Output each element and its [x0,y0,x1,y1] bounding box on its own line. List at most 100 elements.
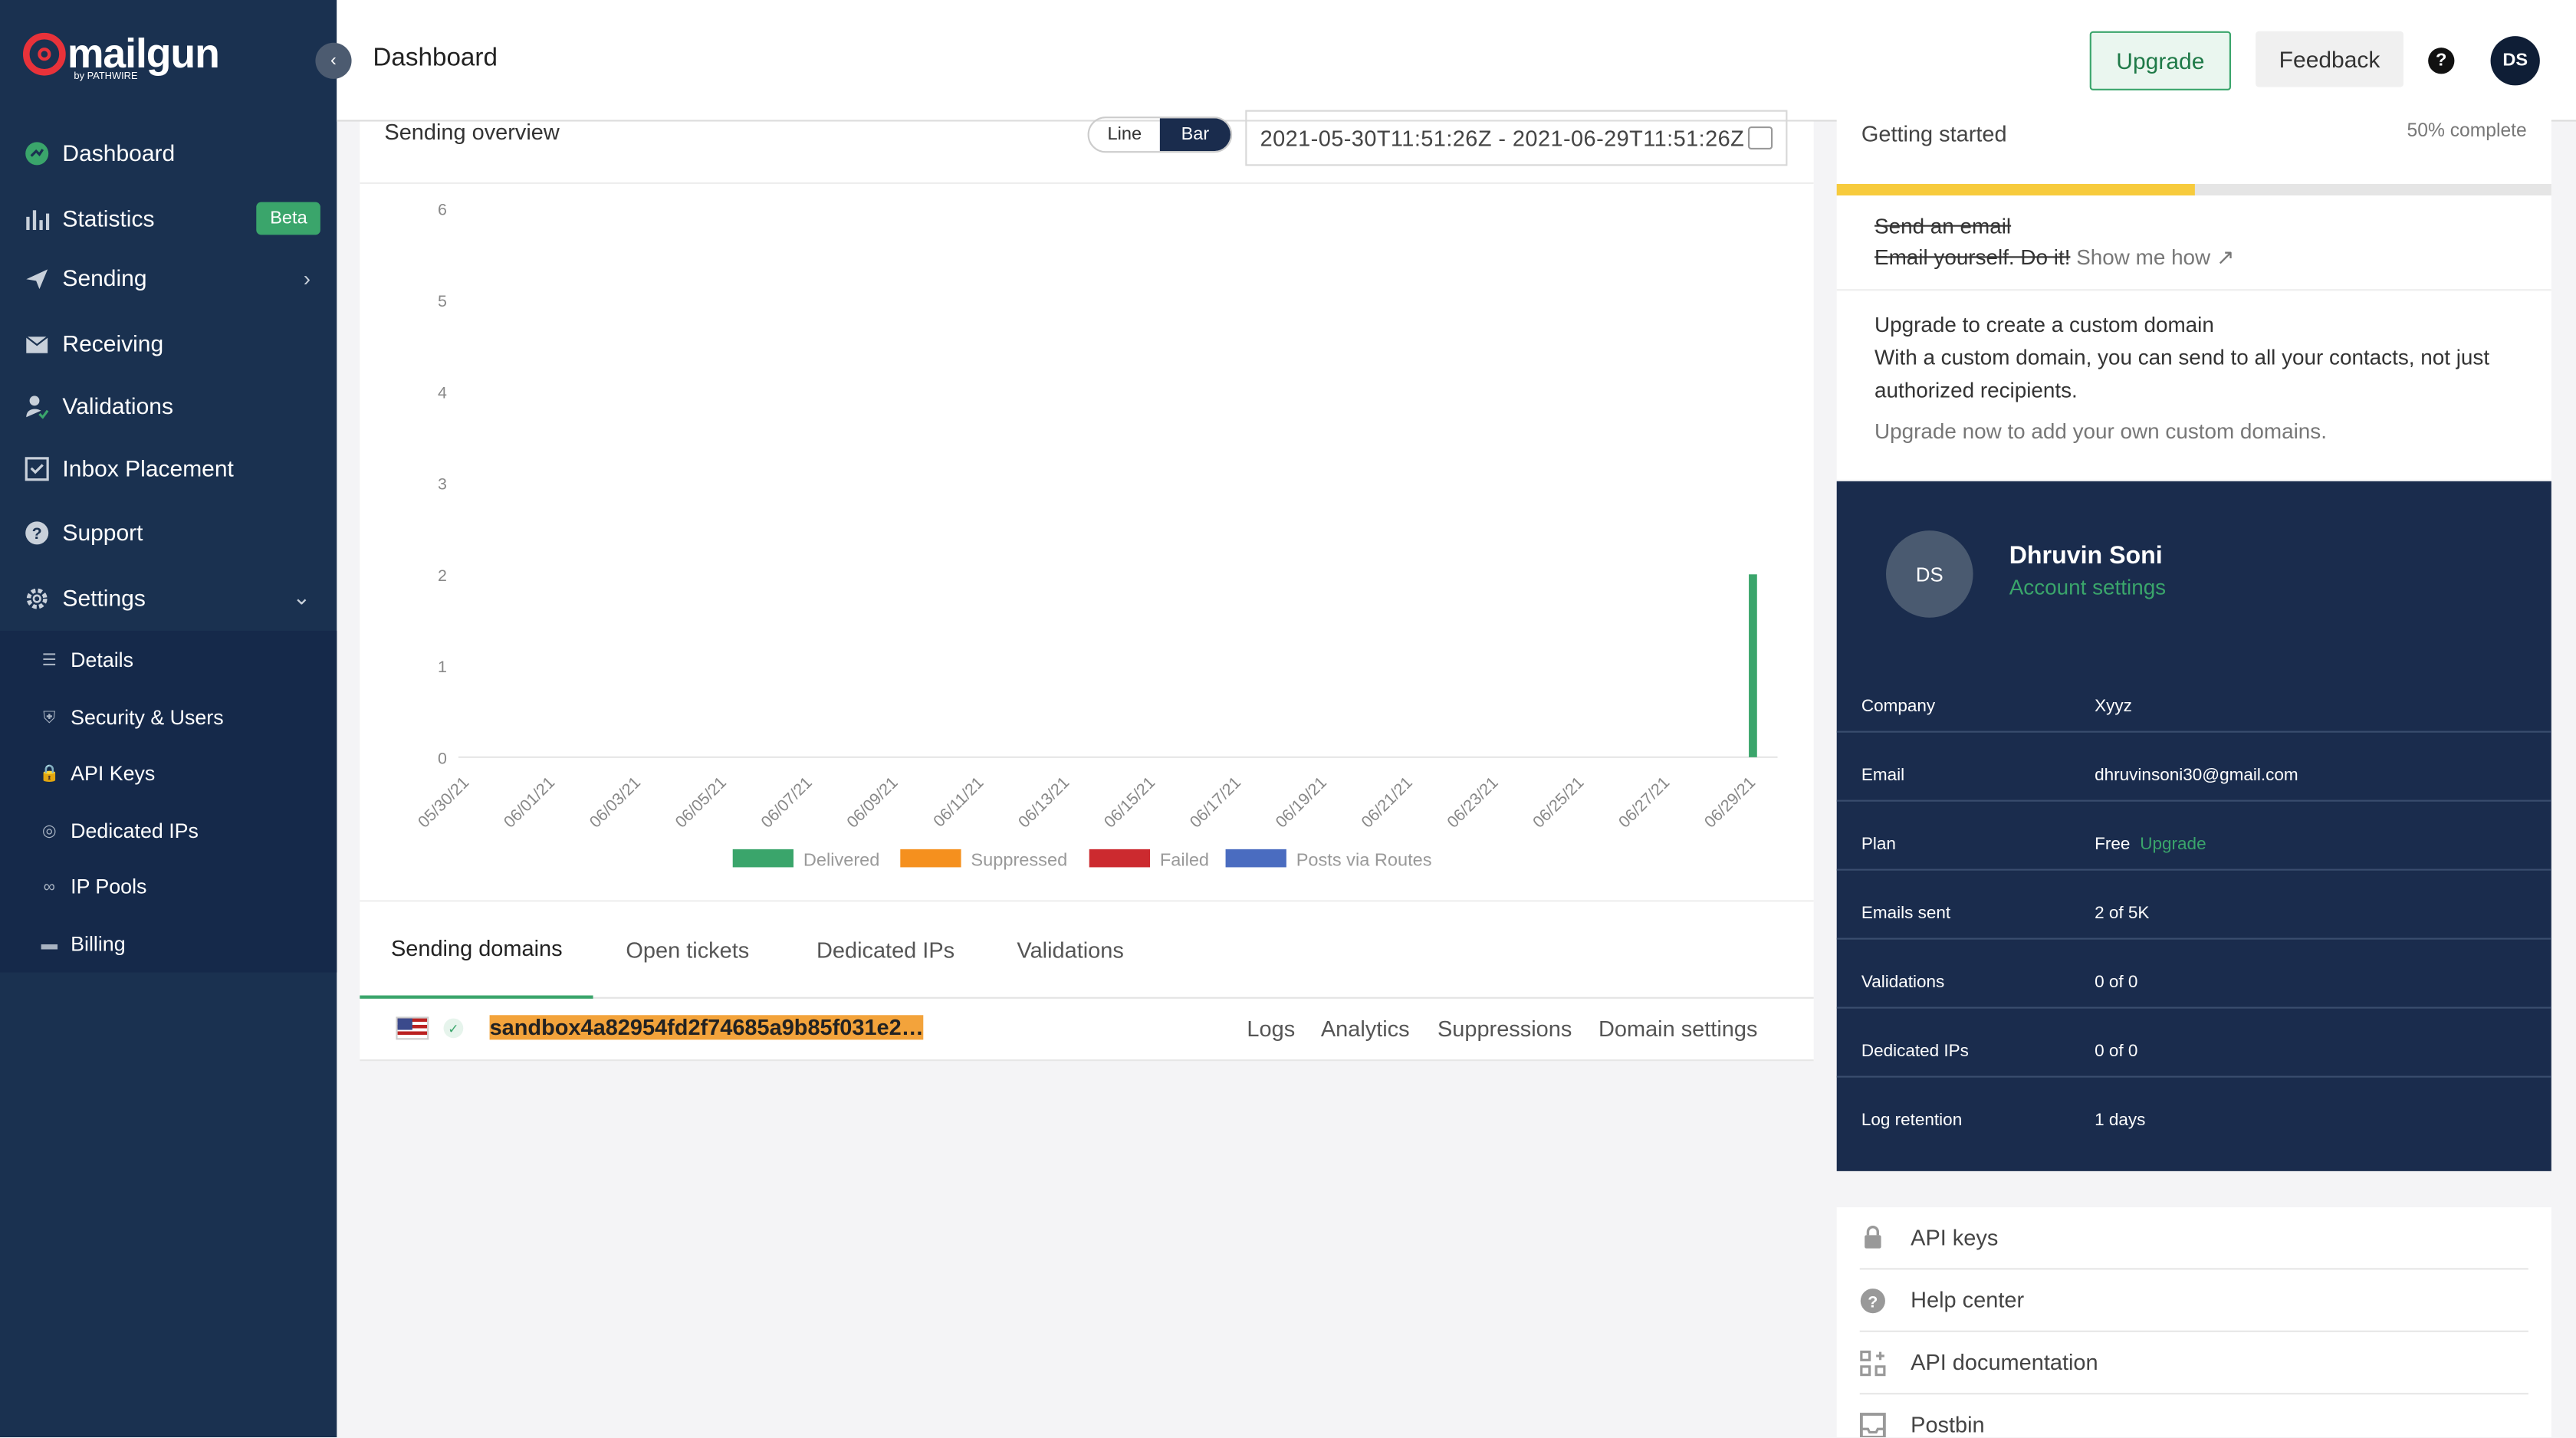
domain-settings-link[interactable]: Domain settings [1598,1016,1757,1041]
legend-label: Posts via Routes [1296,849,1432,869]
svg-text:?: ? [1868,1292,1878,1311]
sidebar-item-settings[interactable]: Settings ⌄ [0,568,337,627]
settings-subnav: ☰ Details ⛨ Security & Users 🔒 API Keys … [0,630,337,973]
sidebar-item-sending[interactable]: Sending › [0,248,337,307]
statistics-icon [25,206,50,231]
account-row-plan: Plan Free Upgrade [1836,802,2551,871]
sidebar-item-validations[interactable]: Validations [0,376,337,435]
inbox-placement-icon [25,456,49,481]
date-range-text: 2021-05-30T11:51:26Z - 2021-06-29T11:51:… [1260,125,1745,151]
y-tick-label: 1 [438,658,447,676]
quick-link-api-documentation[interactable]: API documentation [1859,1332,2528,1395]
legend-label: Failed [1160,849,1209,869]
mailgun-logo[interactable]: mailgun by PATHWIRE [23,32,220,82]
help-icon: ? [1860,1287,1886,1313]
upgrade-title: Upgrade to create a custom domain [1875,312,2214,337]
domain-name-text: sandbox4a82954fd2f74685a9b85f031e2… [489,1015,924,1040]
legend-label: Delivered [803,849,880,869]
mailgun-logo-icon [23,32,66,76]
row-value: 0 of 0 [2095,1041,2138,1062]
tab-sending-domains[interactable]: Sending domains [360,901,594,999]
y-tick-label: 6 [438,201,447,219]
progress-fill [1836,184,2194,195]
quick-link-label: Help center [1911,1288,2025,1313]
sidebar-subitem-details[interactable]: ☰ Details [0,634,337,687]
toggle-bar[interactable]: Bar [1159,118,1230,152]
quick-link-help-center[interactable]: ? Help center [1859,1269,2528,1332]
bar-delivered [1749,574,1757,757]
legend-label: Suppressed [971,849,1067,869]
settings-icon [25,586,49,610]
toggle-line[interactable]: Line [1089,118,1160,151]
divider [1836,289,2551,291]
step-email-yourself: Email yourself. Do it! Show me how ↗ [1875,245,2234,271]
sidebar-subitem-api-keys[interactable]: 🔒 API Keys [0,747,337,800]
sidebar-subitem-billing[interactable]: ▬ Billing [0,918,337,971]
row-label: Plan [1861,834,1896,855]
date-range-input[interactable]: 2021-05-30T11:51:26Z - 2021-06-29T11:51:… [1245,110,1788,166]
verified-check-icon: ✓ [443,1018,464,1039]
calendar-icon[interactable] [1748,126,1773,149]
sidebar-subitem-dedicated-ips[interactable]: ◎ Dedicated IPs [0,805,337,858]
quick-link-api-keys[interactable]: API keys [1859,1207,2528,1270]
sidebar-item-inbox-placement[interactable]: Inbox Placement [0,438,337,497]
beta-badge: Beta [257,202,320,235]
chart-type-toggle[interactable]: Line Bar [1087,117,1233,153]
subitem-label: Billing [71,933,126,957]
collapse-sidebar-button[interactable]: ‹ [315,42,352,79]
sidebar: mailgun by PATHWIRE Dashboard Statistics… [0,0,337,1437]
sidebar-subitem-security-users[interactable]: ⛨ Security & Users [0,691,337,744]
sidebar-item-dashboard[interactable]: Dashboard [0,123,337,182]
x-tick-label: 06/13/21 [1015,773,1073,832]
x-tick-label: 06/23/21 [1444,773,1502,832]
subitem-label: Dedicated IPs [71,819,199,843]
sending-icon [25,265,49,290]
tab-validations[interactable]: Validations [986,901,1155,998]
sending-overview-title: Sending overview [384,120,560,145]
sidebar-item-label: Dashboard [62,140,176,166]
us-flag-icon [396,1016,429,1040]
quick-link-label: Postbin [1911,1412,1985,1437]
quick-link-postbin[interactable]: Postbin [1859,1394,2528,1437]
lock-icon [1860,1225,1886,1251]
plan-upgrade-link[interactable]: Upgrade [2140,835,2206,855]
tab-open-tickets[interactable]: Open tickets [595,901,780,998]
user-avatar[interactable]: DS [2490,36,2540,86]
show-me-how-link[interactable]: Show me how ↗ [2076,245,2234,269]
x-tick-label: 06/27/21 [1615,773,1674,832]
upgrade-button[interactable]: Upgrade [2089,31,2231,90]
quick-links-card: API keys ? Help center API documentation… [1836,1207,2551,1437]
getting-started-card: Getting started 50% complete Send an ema… [1836,105,2551,480]
sidebar-item-support[interactable]: ? Support [0,503,337,562]
receiving-icon [25,331,49,356]
domain-analytics-link[interactable]: Analytics [1321,1016,1410,1041]
y-tick-label: 3 [438,475,447,494]
sidebar-item-statistics[interactable]: Statistics Beta [0,189,337,248]
row-value: Free Upgrade [2095,835,2206,855]
upgrade-cta[interactable]: Upgrade now to add your own custom domai… [1875,419,2327,443]
sidebar-item-label: Sending [62,264,147,291]
tab-dedicated-ips[interactable]: Dedicated IPs [785,901,986,998]
row-value: Xyyz [2095,696,2132,717]
step-text: Email yourself. Do it! [1875,245,2071,270]
account-settings-link[interactable]: Account settings [2009,575,2166,599]
quick-link-label: API documentation [1911,1350,2098,1375]
sidebar-item-receiving[interactable]: Receiving [0,314,337,373]
row-label: Email [1861,765,1905,786]
x-tick-label: 06/09/21 [843,773,902,832]
sliders-icon: ☰ [41,651,57,670]
domain-logs-link[interactable]: Logs [1247,1016,1295,1041]
y-tick-label: 0 [438,749,447,767]
account-name: Dhruvin Soni [2009,542,2163,570]
legend-swatch [1225,849,1286,868]
row-value: dhruvinsoni30@gmail.com [2095,765,2298,786]
domain-name-link[interactable]: sandbox4a82954fd2f74685a9b85f031e2… [489,1015,924,1040]
step-send-email: Send an email [1875,213,2012,238]
domain-suppressions-link[interactable]: Suppressions [1438,1016,1572,1041]
sidebar-subitem-ip-pools[interactable]: ∞ IP Pools [0,861,337,914]
row-value: 0 of 0 [2095,972,2138,993]
help-icon[interactable]: ? [2428,48,2455,74]
y-tick-label: 2 [438,566,447,585]
feedback-button[interactable]: Feedback [2256,31,2404,87]
x-tick-label: 06/15/21 [1100,773,1158,832]
